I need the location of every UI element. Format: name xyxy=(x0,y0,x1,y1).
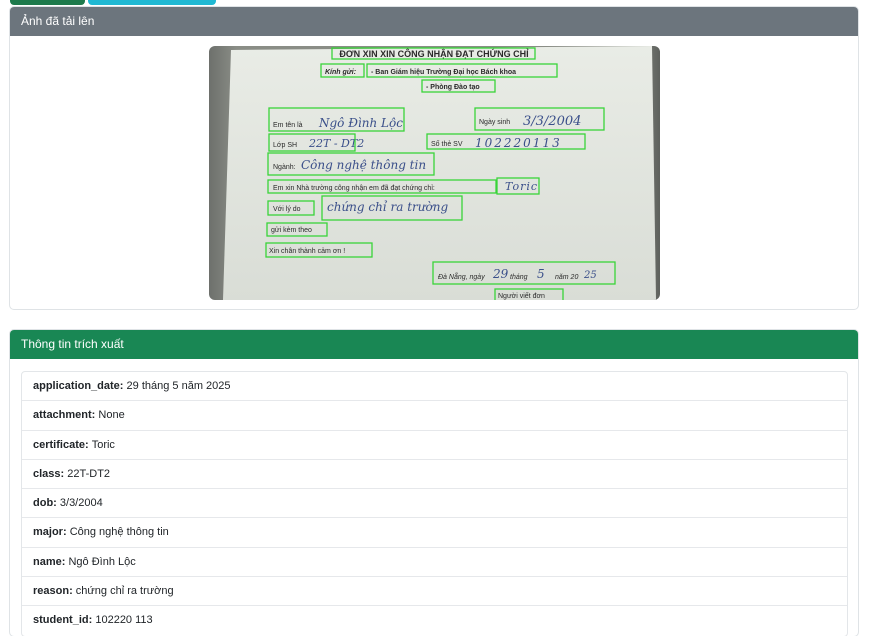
doc-date-year: 25 xyxy=(583,270,597,281)
info-value: 22T-DT2 xyxy=(67,467,111,480)
doc-date-year-label: năm 20 xyxy=(555,274,578,281)
info-row-student-id: student_id: 102220 113 xyxy=(22,606,847,635)
info-row-major: major: Công nghệ thông tin xyxy=(22,518,847,548)
info-key: reason: xyxy=(33,585,76,598)
info-key: application_date: xyxy=(33,380,127,392)
doc-date-day: 29 xyxy=(492,267,509,281)
info-value: Toric xyxy=(91,438,115,451)
info-row-dob: dob: 3/3/2004 xyxy=(22,489,847,519)
doc-request-text: Em xin Nhà trường công nhận em đã đạt ch… xyxy=(273,184,435,192)
info-value: Ngô Đình Lộc xyxy=(68,555,136,568)
doc-class-value: 22T - DT2 xyxy=(308,137,364,150)
doc-name-label: Em tên là xyxy=(273,122,303,129)
info-key: name: xyxy=(33,555,69,568)
info-value: None xyxy=(98,409,125,422)
info-value: 29 tháng 5 năm 2025 xyxy=(126,380,231,392)
doc-kinh-gui: Kính gửi: xyxy=(325,69,356,76)
info-row-application-date: application_date: 29 tháng 5 năm 2025 xyxy=(22,372,847,402)
uploaded-document-photo: ĐƠN XIN XIN CÔNG NHẬN ĐẠT CHỨNG CHỈ Kính… xyxy=(209,46,660,300)
info-key: attachment: xyxy=(33,409,99,422)
info-value: 102220 113 xyxy=(95,614,153,627)
doc-date-prefix: Đà Nẵng, ngày xyxy=(438,272,485,281)
doc-class-label: Lớp SH xyxy=(273,142,297,149)
doc-attachment-label: gửi kèm theo xyxy=(271,226,312,234)
tab-indicator-cyan[interactable] xyxy=(88,0,216,5)
info-key: major: xyxy=(33,526,70,539)
info-row-name: name: Ngô Đình Lộc xyxy=(22,548,847,578)
doc-signer: Người viết đơn xyxy=(498,291,545,300)
doc-dob-value: 3/3/2004 xyxy=(523,114,581,129)
info-key: certificate: xyxy=(33,438,92,451)
info-value: chứng chỉ ra trường xyxy=(75,585,174,598)
extracted-info-list: application_date: 29 tháng 5 năm 2025 at… xyxy=(21,371,848,636)
extracted-info-card: Thông tin trích xuất application_date: 2… xyxy=(9,329,859,636)
tab-indicator-green[interactable] xyxy=(10,0,85,5)
info-key: dob: xyxy=(33,497,60,510)
info-row-reason: reason: chứng chỉ ra trường xyxy=(22,577,847,607)
doc-date-month-label: tháng xyxy=(510,274,528,281)
info-value: Công nghệ thông tin xyxy=(69,526,169,539)
doc-title: ĐƠN XIN XIN CÔNG NHẬN ĐẠT CHỨNG CHỈ xyxy=(339,48,529,59)
doc-thanks: Xin chân thành cảm ơn ! xyxy=(269,248,345,255)
doc-reason-label: Với lý do xyxy=(273,206,301,213)
doc-certificate-value: Toric xyxy=(505,180,538,193)
uploaded-image-header: Ảnh đã tải lên xyxy=(10,7,858,36)
doc-recipient-2: - Phòng Đào tạo xyxy=(426,84,480,91)
extracted-info-header: Thông tin trích xuất xyxy=(10,330,858,359)
doc-student-id-label: Số thẻ SV xyxy=(431,139,463,148)
doc-student-id-value: 102220113 xyxy=(475,136,562,150)
info-row-attachment: attachment: None xyxy=(22,401,847,431)
doc-major-value: Công nghệ thông tin xyxy=(301,158,426,172)
info-key: class: xyxy=(33,467,68,480)
info-key: student_id: xyxy=(33,614,96,627)
doc-reason-value: chứng chỉ ra trường xyxy=(327,200,448,214)
doc-major-label: Ngành: xyxy=(273,164,296,171)
uploaded-image-card: Ảnh đã tải lên ĐƠN XIN XIN CÔNG NHẬN ĐẠT… xyxy=(9,6,859,310)
doc-name-value: Ngô Đình Lộc xyxy=(318,116,403,130)
doc-dob-label: Ngày sinh xyxy=(479,119,510,126)
info-value: 3/3/2004 xyxy=(59,497,103,510)
info-row-certificate: certificate: Toric xyxy=(22,431,847,460)
doc-date-month: 5 xyxy=(537,267,545,281)
info-row-class: class: 22T-DT2 xyxy=(22,460,847,490)
doc-recipient-1: - Ban Giám hiệu Trường Đại học Bách khoa xyxy=(371,69,516,76)
